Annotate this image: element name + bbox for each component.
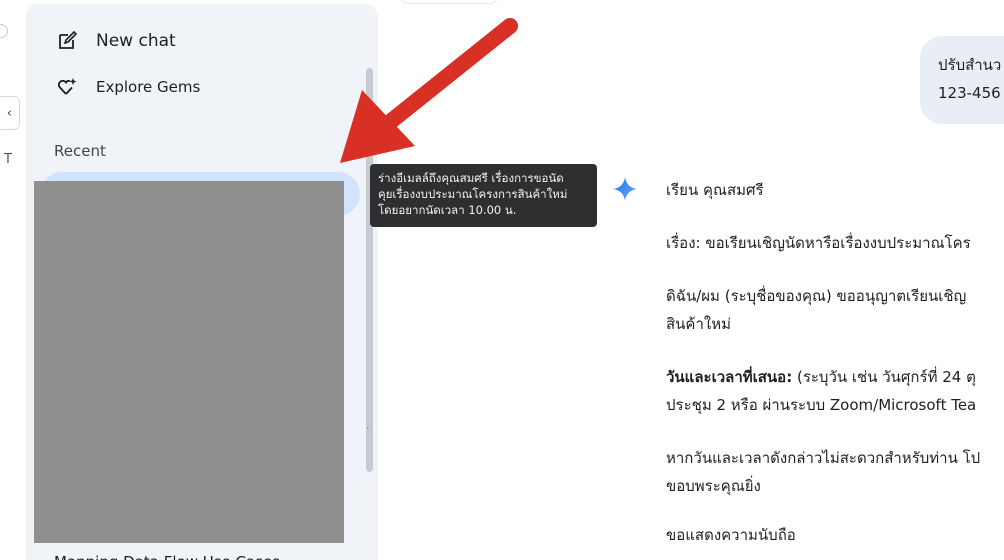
response-closing: ขอแสดงความนับถือ bbox=[666, 526, 796, 544]
user-message-line: 123-456 bbox=[938, 84, 1001, 102]
explore-gems-button[interactable]: Explore Gems bbox=[56, 73, 200, 101]
redacted-chat-list bbox=[34, 181, 344, 543]
gemini-sparkle-icon bbox=[613, 177, 637, 201]
chevron-left-icon: ‹ bbox=[6, 105, 12, 121]
left-rail: ‹ T bbox=[0, 0, 26, 560]
response-subject: เรื่อง: ขอเรียนเชิญนัดหารือเรื่องงบประมา… bbox=[666, 234, 971, 252]
date-label: วันและเวลาที่เสนอ: bbox=[666, 368, 793, 386]
tooltip-line: โดยอยากนัดเวลา 10.00 น. bbox=[378, 203, 517, 217]
rail-circle-icon[interactable] bbox=[0, 24, 8, 38]
recent-chat-item-cutoff[interactable]: Mapping Data Flow Use Cases bbox=[54, 547, 280, 560]
user-message-bubble: ปรับสำนว 123-456 bbox=[920, 36, 1004, 124]
annotation-arrow bbox=[340, 18, 518, 163]
response-intro-line: ดิฉัน/ผม (ระบุชื่อของคุณ) ขออนุญาตเรียนเ… bbox=[666, 287, 967, 305]
edit-square-icon bbox=[56, 30, 78, 52]
user-message-line: ปรับสำนว bbox=[938, 56, 1002, 74]
response-date-line: วันและเวลาที่เสนอ: (ระบุวัน เช่น วันศุกร… bbox=[666, 362, 976, 392]
response-greeting: เรียน คุณสมศรี bbox=[666, 181, 764, 199]
top-toolbar-button[interactable] bbox=[400, 0, 498, 4]
explore-gems-label: Explore Gems bbox=[96, 78, 201, 96]
date-text: (ระบุวัน เช่น วันศุกร์ที่ 24 ตุ bbox=[792, 368, 976, 386]
response-date-line: ประชุม 2 หรือ ผ่านระบบ Zoom/Microsoft Te… bbox=[666, 396, 977, 414]
new-chat-label: New chat bbox=[96, 31, 176, 51]
tooltip-line: คุยเรื่องงบประมาณโครงการสินค้าใหม่ bbox=[378, 187, 568, 201]
gems-heart-sparkle-icon bbox=[56, 76, 78, 98]
stray-mark: · bbox=[366, 424, 370, 435]
response-intro-line: สินค้าใหม่ bbox=[666, 315, 731, 333]
response-alt-line: ขอบพระคุณยิ่ง bbox=[666, 477, 761, 495]
recent-heading: Recent bbox=[54, 142, 106, 160]
collapse-tab-button[interactable]: ‹ bbox=[0, 96, 20, 130]
response-alt-line: หากวันและเวลาดังกล่าวไม่สะดวกสำหรับท่าน … bbox=[666, 449, 981, 467]
rail-letter: T bbox=[4, 152, 12, 167]
new-chat-button[interactable]: New chat bbox=[56, 27, 176, 55]
sidebar: New chat Explore Gems Recent · Mapping D… bbox=[26, 4, 378, 560]
